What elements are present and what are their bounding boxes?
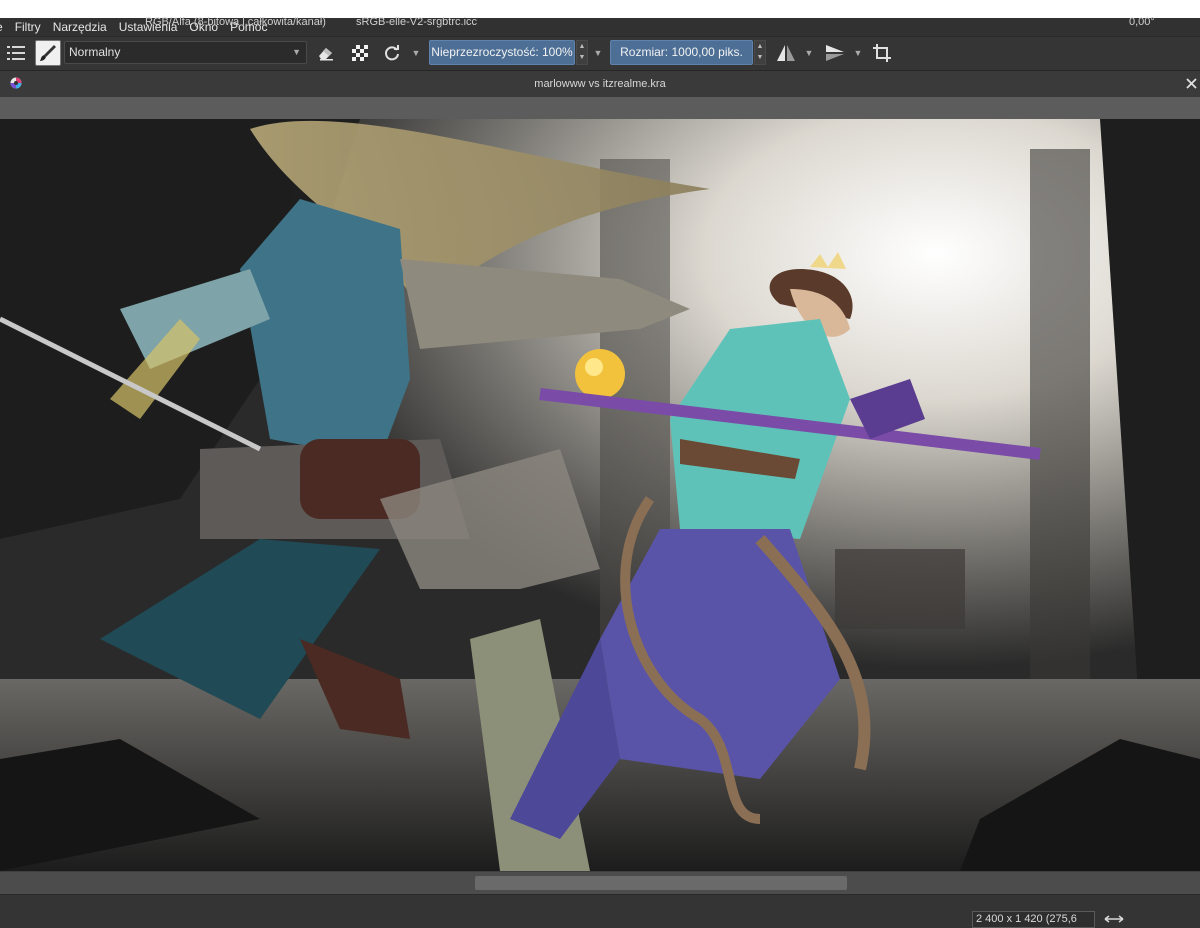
- artwork-image[interactable]: [0, 119, 1200, 871]
- opacity-spinner[interactable]: ▲ ▼: [576, 40, 588, 65]
- reload-icon[interactable]: [382, 43, 402, 63]
- size-slider[interactable]: Rozmiar: 1000,00 piks.: [610, 40, 753, 65]
- menu-item-filters[interactable]: Filtry: [9, 18, 47, 36]
- chevron-down-icon[interactable]: ▼: [591, 45, 605, 61]
- blending-mode-select[interactable]: Normalny ▼: [64, 41, 307, 64]
- image-dimensions: 2 400 x 1 420 (275,6 MiB): [972, 911, 1095, 928]
- chevron-down-icon[interactable]: ▼: [577, 52, 587, 63]
- chevron-down-icon[interactable]: ▼: [803, 45, 815, 61]
- brush-icon[interactable]: [35, 40, 61, 66]
- chevron-down-icon[interactable]: ▼: [409, 45, 423, 61]
- menu-item-edit[interactable]: e: [0, 18, 9, 36]
- mirror-vertical-icon[interactable]: [823, 42, 847, 64]
- checker-icon[interactable]: [350, 43, 370, 63]
- rotation-value[interactable]: 0,00°: [1129, 5, 1155, 39]
- scrollbar-thumb[interactable]: [475, 876, 847, 890]
- crop-icon[interactable]: [871, 42, 893, 64]
- close-icon[interactable]: [1184, 76, 1198, 90]
- opacity-slider[interactable]: Nieprzezroczystość: 100%: [429, 40, 575, 65]
- chevron-up-icon[interactable]: ▲: [577, 41, 587, 52]
- eraser-icon[interactable]: [316, 43, 336, 63]
- color-space-label: RGB/Alfa (8-bitowa l.całkowita/kanał): [145, 16, 326, 28]
- size-spinner[interactable]: ▲ ▼: [754, 40, 766, 65]
- blending-mode-value: Normalny: [69, 45, 121, 59]
- document-tab-bar: marlowww vs itzrealme.kra: [0, 70, 1200, 97]
- color-profile-label: sRGB-elle-V2-srgbtrc.icc: [356, 16, 478, 28]
- chevron-up-icon[interactable]: ▲: [755, 41, 765, 52]
- chevron-down-icon[interactable]: ▼: [755, 52, 765, 63]
- krita-logo-icon: [9, 76, 23, 90]
- menu-item-tools[interactable]: Narzędzia: [47, 18, 113, 36]
- horizontal-scrollbar[interactable]: [0, 871, 1200, 894]
- canvas-border: [0, 97, 1200, 119]
- rotate-arrow-icon[interactable]: [1103, 912, 1125, 926]
- document-title: marlowww vs itzrealme.kra: [534, 78, 666, 90]
- chevron-down-icon: ▼: [292, 47, 301, 57]
- chevron-down-icon[interactable]: ▼: [852, 45, 864, 61]
- mirror-horizontal-icon[interactable]: [774, 42, 798, 64]
- hamburger-list-icon[interactable]: [6, 43, 26, 63]
